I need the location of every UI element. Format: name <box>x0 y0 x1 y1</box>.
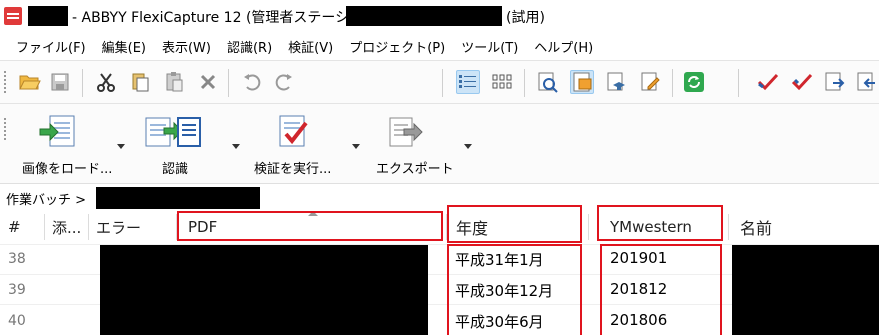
column-header-number[interactable]: # <box>0 211 21 243</box>
check-all-icon[interactable] <box>790 70 814 94</box>
toolbar-grip[interactable] <box>4 71 7 93</box>
toolbar-separator <box>228 69 229 97</box>
redo-icon[interactable] <box>272 70 296 94</box>
toolbar-separator <box>524 69 525 97</box>
title-bar: - ABBYY FlexiCapture 12 (管理者ステーション) - (試… <box>0 0 879 33</box>
thumbnails-view-icon[interactable] <box>490 70 514 94</box>
export-icon <box>386 114 426 150</box>
check-rules-icon[interactable] <box>756 70 780 94</box>
menu-view[interactable]: 表示(W) <box>154 37 219 56</box>
menu-project[interactable]: プロジェクト(P) <box>341 37 453 56</box>
toolbar-separator <box>82 69 83 97</box>
export-button[interactable]: エクスポート <box>372 110 462 182</box>
menu-recognition[interactable]: 認識(R) <box>219 37 280 56</box>
recognize-icon <box>144 114 202 150</box>
column-header-name[interactable]: 名前 <box>732 211 772 243</box>
load-images-button[interactable]: 画像をロード... <box>18 110 118 182</box>
delete-icon[interactable] <box>196 70 220 94</box>
row-number: 38 <box>8 251 26 267</box>
row-number: 39 <box>8 282 26 298</box>
menu-help[interactable]: ヘルプ(H) <box>526 37 601 56</box>
document-search-icon[interactable] <box>536 70 560 94</box>
redacted-project-name <box>346 6 502 26</box>
details-view-icon[interactable] <box>456 70 480 94</box>
cut-icon[interactable] <box>94 70 118 94</box>
batch-toolbar: 画像をロード... 認識 検証を実行... エクスポート <box>0 104 879 184</box>
recognize-button[interactable]: 認識 <box>140 110 220 182</box>
copy-icon[interactable] <box>128 70 152 94</box>
recognize-label: 認識 <box>162 162 189 177</box>
column-header-attachments[interactable]: 添... <box>44 211 81 243</box>
highlight-ymwestern-header <box>597 205 723 241</box>
export-label: エクスポート <box>376 162 454 177</box>
document-import-icon[interactable] <box>854 70 878 94</box>
export-dropdown-icon[interactable] <box>464 144 472 149</box>
window-title: - ABBYY FlexiCapture 12 (管理者ステーション) - <box>72 10 393 26</box>
load-images-dropdown-icon[interactable] <box>117 144 125 149</box>
open-folder-icon[interactable] <box>18 70 42 94</box>
toolbar-separator <box>738 69 739 97</box>
redacted-batch-breadcrumb <box>96 187 260 209</box>
save-icon[interactable] <box>48 70 72 94</box>
menu-edit[interactable]: 編集(E) <box>94 37 154 56</box>
highlight-pdf-header <box>177 211 443 241</box>
recognize-dropdown-icon[interactable] <box>232 144 240 149</box>
toolbar-separator <box>442 69 443 97</box>
breadcrumb-root[interactable]: 作業バッチ > <box>6 189 86 208</box>
highlight-ymwestern-values <box>600 244 722 335</box>
menu-tools[interactable]: ツール(T) <box>453 37 526 56</box>
redacted-batch-name <box>28 6 68 26</box>
row-number: 40 <box>8 313 26 329</box>
load-images-label: 画像をロード... <box>22 162 113 177</box>
training-icon[interactable] <box>604 70 628 94</box>
refresh-icon[interactable] <box>682 70 706 94</box>
column-divider[interactable] <box>728 214 729 240</box>
toolbar-separator <box>672 69 673 97</box>
menu-file[interactable]: ファイル(F) <box>8 37 94 56</box>
document-edit-icon[interactable] <box>638 70 662 94</box>
undo-icon[interactable] <box>240 70 264 94</box>
paste-icon[interactable] <box>162 70 186 94</box>
document-grid: # 添... エラー PDF 年度 YMwestern 名前 38 平成31年1… <box>0 205 879 335</box>
column-header-error[interactable]: エラー <box>88 211 141 243</box>
column-divider[interactable] <box>588 214 589 240</box>
highlight-year-header <box>447 205 582 243</box>
load-images-icon <box>38 114 78 150</box>
verify-icon <box>272 114 312 150</box>
toolbar-grip[interactable] <box>4 118 7 140</box>
standard-toolbar <box>0 60 879 104</box>
window-title-suffix: (試用) <box>506 10 545 26</box>
highlight-year-values <box>447 244 582 335</box>
breadcrumb: 作業バッチ > <box>0 185 879 211</box>
verify-label: 検証を実行... <box>254 162 332 177</box>
verify-dropdown-icon[interactable] <box>352 144 360 149</box>
abbyy-logo-icon <box>4 7 22 25</box>
redacted-name-cells <box>732 245 879 335</box>
verify-button[interactable]: 検証を実行... <box>254 110 354 182</box>
document-list-icon[interactable] <box>570 70 594 94</box>
document-export-icon[interactable] <box>822 70 846 94</box>
menu-verification[interactable]: 検証(V) <box>280 37 341 56</box>
menu-bar: ファイル(F) 編集(E) 表示(W) 認識(R) 検証(V) プロジェクト(P… <box>0 33 879 59</box>
redacted-pdf-cells <box>100 245 428 335</box>
